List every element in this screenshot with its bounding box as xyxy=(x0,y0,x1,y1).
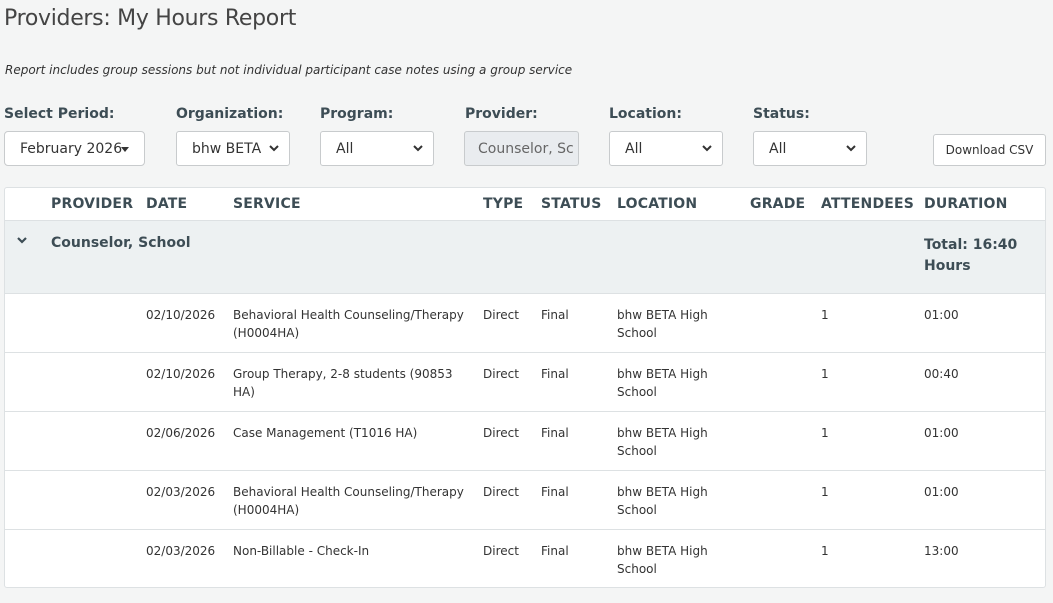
location-label: Location: xyxy=(609,106,682,122)
table-row[interactable]: 02/03/2026 Behavioral Health Counseling/T… xyxy=(5,471,1045,530)
chevron-down-icon xyxy=(413,145,423,152)
cell-type: Direct xyxy=(483,308,519,322)
group-total-hours: Total: 16:40 Hours xyxy=(924,237,1018,274)
chevron-down-icon xyxy=(269,145,279,152)
cell-duration: 13:00 xyxy=(924,544,959,558)
status-value: All xyxy=(769,140,787,157)
cell-attendees: 1 xyxy=(821,544,829,558)
group-provider-name: Counselor, School xyxy=(51,235,191,251)
cell-type: Direct xyxy=(483,544,519,558)
cell-type: Direct xyxy=(483,485,519,499)
period-label: Select Period: xyxy=(4,106,115,122)
cell-service: Non-Billable - Check-In xyxy=(233,544,370,558)
location-select[interactable]: All xyxy=(609,131,723,166)
provider-field: Counselor, Sc xyxy=(464,131,579,166)
cell-attendees: 1 xyxy=(821,367,829,381)
provider-value: Counselor, Sc xyxy=(478,140,574,157)
organization-select[interactable]: bhw BETA xyxy=(176,131,290,166)
table-row[interactable]: 02/06/2026 Case Management (T1016 HA) Dire… xyxy=(5,412,1045,471)
col-location[interactable]: LOCATION xyxy=(617,196,697,212)
cell-location: bhw BETA High School xyxy=(617,308,708,340)
filter-organization: Organization: xyxy=(176,105,283,125)
col-attendees[interactable]: ATTENDEES xyxy=(821,196,914,212)
cell-service: Behavioral Health Counseling/Therapy (H0… xyxy=(233,485,464,517)
organization-value: bhw BETA xyxy=(192,140,262,157)
cell-duration: 01:00 xyxy=(924,426,959,440)
provider-group-row[interactable]: Counselor, School Total: 16:40 Hours xyxy=(5,221,1045,294)
table-row[interactable]: 02/10/2026 Behavioral Health Counseling/T… xyxy=(5,294,1045,353)
col-date[interactable]: DATE xyxy=(146,196,187,212)
cell-date: 02/06/2026 xyxy=(146,426,216,440)
table-row[interactable]: 02/10/2026 Group Therapy, 2-8 students (9… xyxy=(5,353,1045,412)
cell-type: Direct xyxy=(483,426,519,440)
cell-duration: 01:00 xyxy=(924,485,959,499)
period-dropdown[interactable]: February 2026 xyxy=(4,131,145,166)
cell-location: bhw BETA High School xyxy=(617,367,708,399)
cell-attendees: 1 xyxy=(821,485,829,499)
cell-status: Final xyxy=(541,367,569,381)
cell-location: bhw BETA High School xyxy=(617,426,708,458)
table-row[interactable]: 02/03/2026 Non-Billable - Check-In Direct F… xyxy=(5,530,1045,587)
col-duration[interactable]: DURATION xyxy=(924,196,1008,212)
cell-status: Final xyxy=(541,485,569,499)
location-value: All xyxy=(625,140,643,157)
status-select[interactable]: All xyxy=(753,131,867,166)
filter-provider: Provider: xyxy=(465,105,538,125)
cell-date: 02/03/2026 xyxy=(146,485,216,499)
cell-duration: 01:00 xyxy=(924,308,959,322)
col-type[interactable]: TYPE xyxy=(483,196,523,212)
filter-period: Select Period: xyxy=(4,105,114,125)
program-select[interactable]: All xyxy=(320,131,434,166)
status-label: Status: xyxy=(753,106,810,122)
cell-date: 02/03/2026 xyxy=(146,544,216,558)
cell-status: Final xyxy=(541,308,569,322)
chevron-down-icon xyxy=(846,145,856,152)
col-service[interactable]: SERVICE xyxy=(233,196,301,212)
filter-program: Program: xyxy=(320,105,393,125)
download-csv-button[interactable]: Download CSV xyxy=(933,134,1046,166)
report-note: Report includes group sessions but not i… xyxy=(5,63,573,77)
cell-date: 02/10/2026 xyxy=(146,367,216,381)
cell-service: Group Therapy, 2-8 students (90853 HA) xyxy=(233,367,453,399)
cell-attendees: 1 xyxy=(821,426,829,440)
cell-status: Final xyxy=(541,544,569,558)
period-value: February 2026 xyxy=(20,140,123,157)
cell-attendees: 1 xyxy=(821,308,829,322)
cell-service: Behavioral Health Counseling/Therapy (H0… xyxy=(233,308,464,340)
program-label: Program: xyxy=(320,106,394,122)
col-grade[interactable]: GRADE xyxy=(750,196,805,212)
cell-location: bhw BETA High School xyxy=(617,485,708,517)
filter-status: Status: xyxy=(753,105,810,125)
chevron-down-icon[interactable] xyxy=(16,234,28,246)
table-header: PROVIDER DATE SERVICE TYPE STATUS LOCATI… xyxy=(5,188,1045,221)
cell-service: Case Management (T1016 HA) xyxy=(233,426,418,440)
organization-label: Organization: xyxy=(176,106,284,122)
col-provider[interactable]: PROVIDER xyxy=(51,196,133,212)
cell-duration: 00:40 xyxy=(924,367,959,381)
program-value: All xyxy=(336,140,354,157)
cell-status: Final xyxy=(541,426,569,440)
filter-location: Location: xyxy=(609,105,682,125)
caret-down-icon xyxy=(121,147,129,152)
col-status[interactable]: STATUS xyxy=(541,196,602,212)
page-title: Providers: My Hours Report xyxy=(4,6,297,31)
provider-label: Provider: xyxy=(465,106,538,122)
cell-date: 02/10/2026 xyxy=(146,308,216,322)
cell-type: Direct xyxy=(483,367,519,381)
cell-location: bhw BETA High School xyxy=(617,544,708,576)
chevron-down-icon xyxy=(702,145,712,152)
hours-table: PROVIDER DATE SERVICE TYPE STATUS LOCATI… xyxy=(4,187,1046,588)
